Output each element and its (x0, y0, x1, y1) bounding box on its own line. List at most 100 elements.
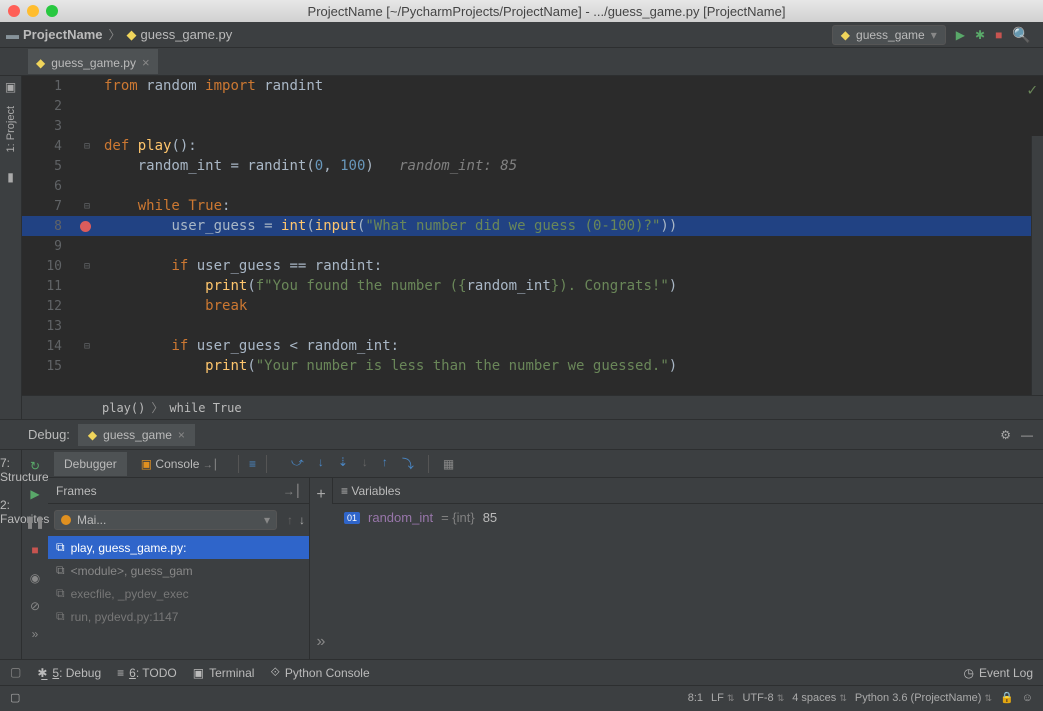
maximize-window-button[interactable] (46, 5, 58, 17)
next-frame-button[interactable]: ↓ (299, 513, 305, 527)
code-text[interactable]: from random import randint (100, 78, 323, 94)
close-window-button[interactable] (8, 5, 20, 17)
more-actions-button[interactable]: » (25, 624, 45, 644)
debug-settings-button[interactable]: ⚙ (1000, 428, 1011, 442)
variable-row[interactable]: 01 random_int = {int} 85 (332, 504, 1043, 531)
minimize-window-button[interactable] (27, 5, 39, 17)
line-number[interactable]: 12 (22, 299, 70, 314)
line-number[interactable]: 14 (22, 339, 70, 354)
fold-icon[interactable]: ⊟ (84, 261, 90, 272)
step-into-my-code-button[interactable]: ⇣ (338, 455, 348, 472)
project-tool-button[interactable]: 1: Project (5, 106, 17, 152)
frames-restore-layout-button[interactable]: →⎮ (283, 484, 301, 498)
code-text[interactable]: print("Your number is less than the numb… (100, 358, 677, 374)
line-number[interactable]: 7 (22, 199, 70, 214)
run-to-cursor-button[interactable]: ⤵ (402, 455, 414, 472)
code-line[interactable]: 12 break (22, 296, 1043, 316)
line-number[interactable]: 13 (22, 319, 70, 334)
code-text[interactable]: def play(): (100, 138, 197, 154)
line-number[interactable]: 1 (22, 79, 70, 94)
crumb-scope-1[interactable]: play() (102, 401, 145, 415)
code-text[interactable]: user_guess = int(input("What number did … (100, 218, 677, 234)
line-number[interactable]: 9 (22, 239, 70, 254)
line-number[interactable]: 2 (22, 99, 70, 114)
code-text[interactable]: random_int = randint(0, 100) random_int:… (100, 158, 517, 174)
breakpoint-icon[interactable] (80, 221, 91, 232)
bookmark-icon[interactable]: ▮ (7, 170, 14, 184)
code-line[interactable]: 1 from random import randint (22, 76, 1043, 96)
force-step-into-button[interactable]: ↓ (362, 455, 368, 472)
stack-frame[interactable]: ⧉run, pydevd.py:1147 (48, 605, 309, 628)
line-number[interactable]: 3 (22, 119, 70, 134)
python-interpreter[interactable]: Python 3.6 (ProjectName) ⇅ (855, 692, 992, 704)
crumb-scope-2[interactable]: while True (169, 401, 241, 415)
stop-debug-button[interactable]: ■ (25, 540, 45, 560)
tool-window-list-button[interactable]: ▢ (10, 665, 21, 680)
line-number[interactable]: 11 (22, 279, 70, 294)
step-over-button[interactable]: ⤻ (291, 455, 304, 472)
code-text[interactable]: if user_guess == randint: (100, 258, 382, 274)
line-separator[interactable]: LF ⇅ (711, 692, 734, 704)
code-line[interactable]: 6 (22, 176, 1043, 196)
structure-tool-button[interactable]: 7: Structure (0, 456, 21, 484)
inspector-icon[interactable]: ☺ (1022, 692, 1033, 704)
debug-tool-button[interactable]: ✱̲ 5: Debug (37, 665, 101, 680)
breadcrumb-file[interactable]: ◆ guess_game.py (127, 27, 233, 43)
code-line[interactable]: 3 (22, 116, 1043, 136)
code-editor[interactable]: 1from random import randint234⊟def play(… (22, 76, 1043, 419)
more-vars-button[interactable]: » (317, 633, 326, 651)
code-line[interactable]: 8 user_guess = int(input("What number di… (22, 216, 1043, 236)
line-number[interactable]: 10 (22, 259, 70, 274)
breadcrumb-project[interactable]: ▬ ProjectName (6, 27, 102, 42)
code-line[interactable]: 9 (22, 236, 1043, 256)
pause-button[interactable]: ❚❚ (25, 512, 45, 532)
debug-session-tab[interactable]: ◆ guess_game × (78, 424, 195, 446)
project-tool-icon[interactable]: ▣ (5, 80, 16, 94)
resume-button[interactable]: ▶ (25, 484, 45, 504)
stack-frame[interactable]: ⧉<module>, guess_gam (48, 559, 309, 582)
thread-selector[interactable]: Mai... ▾ (54, 510, 277, 530)
fold-icon[interactable]: ⊟ (84, 201, 90, 212)
code-line[interactable]: 4⊟def play(): (22, 136, 1043, 156)
event-log-button[interactable]: ◷ Event Log (963, 666, 1033, 680)
code-text[interactable]: break (100, 298, 247, 314)
code-line[interactable]: 13 (22, 316, 1043, 336)
show-exec-point-button[interactable]: ≡ (249, 457, 256, 471)
code-line[interactable]: 14 ⊟ if user_guess < random_int: (22, 336, 1043, 356)
stack-frame[interactable]: ⧉play, guess_game.py: (48, 536, 309, 559)
mute-breakpoints-button[interactable]: ⊘ (25, 596, 45, 616)
line-number[interactable]: 8 (22, 219, 70, 234)
terminal-tool-button[interactable]: ▣ Terminal (193, 665, 255, 680)
gutter[interactable] (70, 221, 100, 232)
file-tab-guess-game[interactable]: ◆ guess_game.py × (28, 49, 158, 74)
stop-button[interactable]: ■ (995, 28, 1002, 42)
favorites-tool-button[interactable]: 2: Favorites (0, 498, 21, 526)
close-tab-button[interactable]: × (142, 55, 150, 70)
fold-icon[interactable]: ⊟ (84, 341, 90, 352)
indent-settings[interactable]: 4 spaces ⇅ (792, 692, 847, 704)
code-line[interactable]: 2 (22, 96, 1043, 116)
status-left-icon[interactable]: ▢ (10, 691, 20, 704)
debugger-tab[interactable]: Debugger (54, 452, 127, 476)
caret-position[interactable]: 8:1 (688, 692, 703, 704)
step-into-button[interactable]: ↓ (318, 455, 324, 472)
code-line[interactable]: 7⊟ while True: (22, 196, 1043, 216)
search-everywhere-button[interactable]: 🔍 (1012, 26, 1031, 44)
line-number[interactable]: 15 (22, 359, 70, 374)
close-session-button[interactable]: × (178, 428, 185, 442)
todo-tool-button[interactable]: ≡ 6: TODO (117, 665, 177, 680)
console-tab[interactable]: ▣ Console →⎮ (131, 452, 228, 476)
stack-frame[interactable]: ⧉execfile, _pydev_exec (48, 582, 309, 605)
code-text[interactable]: if user_guess < random_int: (100, 338, 399, 354)
view-breakpoints-button[interactable]: ◉ (25, 568, 45, 588)
code-line[interactable]: 5 random_int = randint(0, 100) random_in… (22, 156, 1043, 176)
code-line[interactable]: 15 print("Your number is less than the n… (22, 356, 1043, 376)
prev-frame-button[interactable]: ↑ (287, 513, 293, 527)
file-encoding[interactable]: UTF-8 ⇅ (742, 692, 784, 704)
read-only-toggle[interactable]: 🔒 (1000, 691, 1014, 704)
step-out-button[interactable]: ↑ (382, 455, 388, 472)
evaluate-expression-button[interactable]: ▦ (443, 457, 454, 471)
python-console-tool-button[interactable]: ⟐ Python Console (270, 665, 369, 680)
line-number[interactable]: 4 (22, 139, 70, 154)
line-number[interactable]: 6 (22, 179, 70, 194)
